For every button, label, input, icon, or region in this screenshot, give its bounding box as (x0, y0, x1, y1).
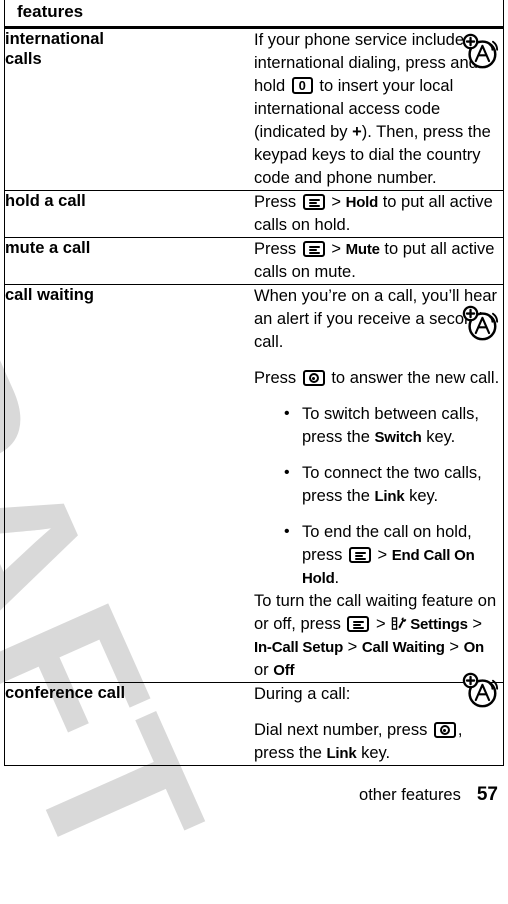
table-header-row: features (4, 0, 504, 29)
list-item: To switch between calls, press the Switc… (284, 402, 503, 449)
bold-text: + (352, 123, 362, 141)
feature-term-call-waiting: call waiting (4, 284, 254, 683)
paragraph: Press > Mute to put all active calls on … (254, 240, 495, 281)
table-header-cell: features (4, 0, 504, 29)
feature-term-mute-a-call: mute a call (4, 237, 254, 285)
paragraph: Dial next number, press , press the Link… (254, 721, 463, 762)
paragraph: Press to answer the new call. (254, 369, 500, 387)
feature-desc-call-waiting: When you’re on a call, you’ll hear an al… (254, 284, 504, 683)
menu-key-icon (302, 194, 325, 210)
features-table: features international calls If your pho… (4, 0, 504, 766)
table-row: conference call During a call: Dial next… (4, 682, 504, 766)
table-row: call waiting When you’re on a call, you’… (4, 284, 504, 683)
table-row: international calls If your phone servic… (4, 27, 504, 191)
feature-desc-hold-a-call: Press > Hold to put all active calls on … (254, 190, 504, 238)
ui-menu-label: On (463, 639, 485, 656)
network-service-icon (462, 33, 500, 71)
footer-page-number: 57 (476, 784, 498, 805)
ui-menu-label: In-Call Setup (254, 639, 344, 656)
ui-menu-label: Mute (345, 241, 380, 258)
list-item: To end the call on hold, press > End Cal… (284, 520, 503, 590)
table-row: mute a call Press > Mute to put all acti… (4, 237, 504, 285)
send-key-icon (433, 722, 456, 738)
ui-menu-label: Call Waiting (361, 639, 445, 656)
list-item: To connect the two calls, press the Link… (284, 461, 503, 508)
ui-menu-label: Link (374, 488, 405, 505)
ui-menu-label: End Call On Hold (302, 547, 475, 587)
zero-key-icon: 0 (291, 77, 313, 94)
paragraph: To turn the call waiting feature on or o… (254, 592, 497, 679)
table-header-label: features (17, 2, 84, 21)
bullet-list: To switch between calls, press the Switc… (254, 402, 503, 590)
feature-term-hold-a-call: hold a call (4, 190, 254, 238)
feature-term-line2: calls (5, 50, 42, 68)
menu-key-icon (347, 616, 370, 632)
ui-menu-label: Hold (345, 194, 379, 211)
table-row: hold a call Press > Hold to put all acti… (4, 190, 504, 238)
ui-menu-label: Off (273, 662, 295, 679)
footer-section-label: other features (359, 786, 461, 804)
manual-page: features international calls If your pho… (0, 0, 508, 815)
feature-term-conference-call: conference call (4, 682, 254, 766)
ui-menu-label: Link (326, 745, 357, 762)
feature-desc-mute-a-call: Press > Mute to put all active calls on … (254, 237, 504, 285)
feature-term-line1: international (5, 30, 105, 48)
menu-key-icon (302, 241, 325, 257)
feature-term-international-calls: international calls (4, 27, 254, 191)
ui-menu-label: Switch (374, 429, 422, 446)
page-footer: other features 57 (0, 784, 508, 806)
settings-tools-icon (391, 615, 408, 632)
paragraph: Press > Hold to put all active calls on … (254, 193, 493, 234)
send-key-icon (302, 370, 325, 386)
network-service-icon (462, 305, 500, 343)
network-service-icon (462, 672, 500, 710)
ui-menu-label: Settings (410, 616, 468, 633)
menu-key-icon (348, 547, 371, 563)
